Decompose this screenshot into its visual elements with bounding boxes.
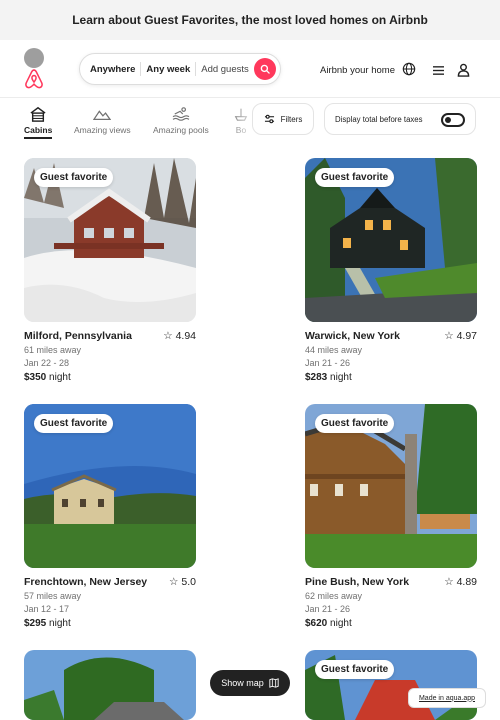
search-icon <box>260 64 270 74</box>
toggle-knob <box>445 117 451 123</box>
pool-icon <box>172 107 190 121</box>
listing-photo[interactable]: Guest favorite <box>305 650 477 720</box>
search-any-week[interactable]: Any week <box>141 64 195 75</box>
listing-price: $350 night <box>24 372 196 383</box>
guest-favorite-badge: Guest favorite <box>315 168 395 187</box>
sliders-icon <box>264 114 274 124</box>
listing-distance: 62 miles away <box>305 591 363 601</box>
listing-distance: 61 miles away <box>24 345 82 355</box>
listing-rating: ☆ 4.94 <box>163 330 196 342</box>
listing-dates: Jan 21 - 26 <box>305 358 351 368</box>
listing-price-unit: night <box>330 618 352 629</box>
mountain-icon <box>93 110 112 120</box>
menu-icon <box>433 65 444 75</box>
display-total-toggle-row[interactable]: Display total before taxes <box>324 103 476 135</box>
listing-dates: Jan 21 - 26 <box>305 604 351 614</box>
search-bar[interactable]: Anywhere Any week Add guests <box>79 53 281 85</box>
listing-rating: ☆ 5.0 <box>169 576 196 588</box>
listing-rating: ☆ 4.89 <box>444 576 477 588</box>
top-header: Anywhere Any week Add guests Airbnb your… <box>0 40 500 98</box>
listing-price: $620 night <box>305 618 477 629</box>
guest-favorite-badge: Guest favorite <box>315 660 395 679</box>
listing-location: Frenchtown, New Jersey <box>24 576 148 588</box>
listing-card[interactable]: Guest favorite Pine Bush, New York ☆ 4.8… <box>305 404 477 629</box>
show-map-button[interactable]: Show map <box>210 670 290 696</box>
display-total-toggle[interactable] <box>441 113 465 127</box>
logo[interactable] <box>22 48 46 90</box>
listing-rating-value: 4.89 <box>456 576 477 588</box>
category-cabins[interactable]: Cabins <box>24 106 53 139</box>
listing-distance: 44 miles away <box>305 345 363 355</box>
listing-info: Pine Bush, New York ☆ 4.89 62 miles away… <box>305 568 477 629</box>
listing-price-value: $283 <box>305 372 328 383</box>
made-in-link[interactable]: Made in aqua.app <box>408 688 486 708</box>
listing-info: Warwick, New York ☆ 4.97 44 miles away J… <box>305 322 477 383</box>
category-amazing-pools[interactable]: Amazing pools <box>153 106 209 135</box>
listing-price-unit: night <box>49 618 71 629</box>
listing-distance: 57 miles away <box>24 591 82 601</box>
listing-photo[interactable]: Guest favorite <box>305 158 477 322</box>
search-anywhere[interactable]: Anywhere <box>80 64 140 75</box>
star-icon: ☆ <box>444 576 454 588</box>
listing-photo[interactable] <box>24 650 196 720</box>
globe-icon[interactable] <box>402 62 416 76</box>
cabin-icon <box>30 106 46 122</box>
listing-photo[interactable]: Guest favorite <box>305 404 477 568</box>
listing-card[interactable]: Guest favorite Milford, Pennsylvania ☆ 4… <box>24 158 196 383</box>
user-icon <box>457 63 470 77</box>
star-icon: ☆ <box>444 330 454 342</box>
avatar <box>24 48 44 68</box>
filters-label: Filters <box>280 114 303 124</box>
category-label: Amazing views <box>74 125 131 135</box>
listing-location: Milford, Pennsylvania <box>24 330 132 342</box>
listing-price-value: $620 <box>305 618 328 629</box>
listing-info: Milford, Pennsylvania ☆ 4.94 61 miles aw… <box>24 322 196 383</box>
airbnb-your-home-link[interactable]: Airbnb your home <box>320 65 395 76</box>
listing-price: $295 night <box>24 618 196 629</box>
listing-price-unit: night <box>330 372 352 383</box>
listing-price-value: $350 <box>24 372 47 383</box>
listing-dates: Jan 12 - 17 <box>24 604 70 614</box>
listing-dates: Jan 22 - 28 <box>24 358 70 368</box>
category-label: Amazing pools <box>153 125 209 135</box>
listing-card[interactable] <box>24 650 196 720</box>
promo-banner[interactable]: Learn about Guest Favorites, the most lo… <box>0 0 500 40</box>
guest-favorite-badge: Guest favorite <box>315 414 395 433</box>
listing-card[interactable]: Guest favorite <box>305 650 477 720</box>
show-map-label: Show map <box>221 678 264 688</box>
guest-favorite-badge: Guest favorite <box>34 168 114 187</box>
category-amazing-views[interactable]: Amazing views <box>74 106 131 135</box>
user-menu-button[interactable] <box>426 56 476 84</box>
listing-location: Pine Bush, New York <box>305 576 410 588</box>
listing-card[interactable]: Frenchtown, New Jersey ☆ 5.0 57 miles aw… <box>24 404 196 629</box>
listing-price-unit: night <box>49 372 71 383</box>
search-button[interactable] <box>254 58 276 80</box>
map-icon <box>269 678 279 688</box>
listing-price: $283 night <box>305 372 477 383</box>
listing-card[interactable]: Guest favorite Warwick, New York ☆ 4.97 … <box>305 158 477 383</box>
listing-rating-value: 5.0 <box>181 576 196 588</box>
category-label: Cabins <box>24 125 53 139</box>
filters-button[interactable]: Filters <box>252 103 314 135</box>
listing-rating-value: 4.97 <box>456 330 477 342</box>
listing-rating: ☆ 4.97 <box>444 330 477 342</box>
guest-favorite-badge: Guest favorite <box>34 414 114 433</box>
star-icon: ☆ <box>163 330 173 342</box>
star-icon: ☆ <box>169 576 179 588</box>
airbnb-logo-icon <box>25 69 43 89</box>
listing-rating-value: 4.94 <box>175 330 196 342</box>
listing-location: Warwick, New York <box>305 330 400 342</box>
listing-photo[interactable]: Guest favorite <box>24 158 196 322</box>
listing-info: Frenchtown, New Jersey ☆ 5.0 57 miles aw… <box>24 568 196 629</box>
display-total-label: Display total before taxes <box>335 114 423 124</box>
search-add-guests[interactable]: Add guests <box>196 64 254 75</box>
promo-banner-text: Learn about Guest Favorites, the most lo… <box>72 13 428 27</box>
listing-price-value: $295 <box>24 618 47 629</box>
listing-photo-image <box>24 650 196 720</box>
